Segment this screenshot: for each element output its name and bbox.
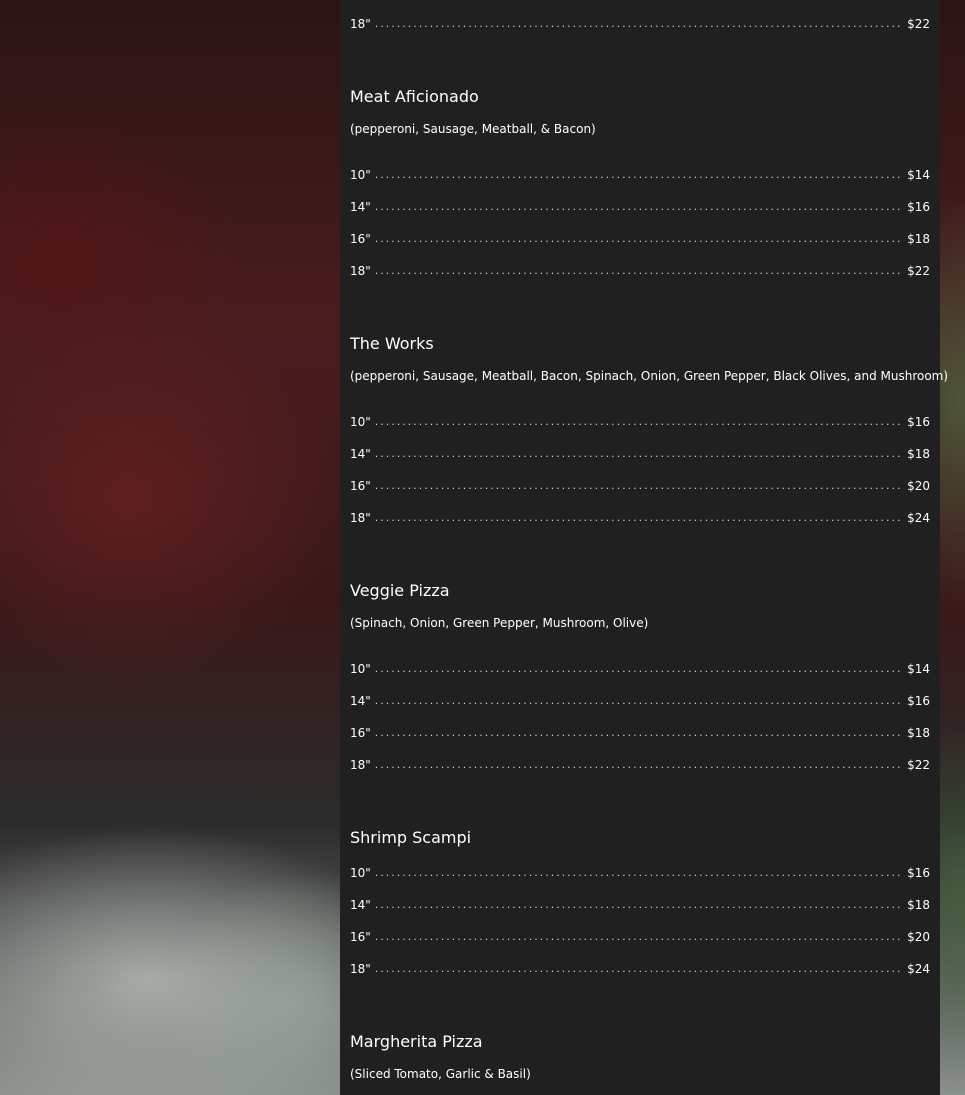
dot-leader (375, 758, 903, 772)
price-row: 18" $24 (350, 507, 930, 525)
size-label: 16" (350, 726, 371, 740)
size-label: 16" (350, 232, 371, 246)
price-row: 14" $18 (350, 443, 930, 461)
dot-leader (375, 232, 903, 246)
size-label: 14" (350, 898, 371, 912)
menu-panel: 18" $22 Meat Aficionado (pepperoni, Saus… (340, 0, 948, 1095)
menu-item-title: The Works (350, 334, 434, 353)
price-label: $20 (907, 479, 930, 493)
price-row: 10" $16 (350, 862, 930, 880)
menu-item-description: (Sliced Tomato, Garlic & Basil) (350, 1067, 531, 1081)
size-label: 18" (350, 758, 371, 772)
price-label: $16 (907, 694, 930, 708)
price-label: $16 (907, 866, 930, 880)
dot-leader (375, 511, 903, 525)
price-label: $18 (907, 898, 930, 912)
dot-leader (375, 17, 903, 31)
dot-leader (375, 264, 903, 278)
dot-leader (375, 930, 903, 944)
price-label: $20 (907, 930, 930, 944)
dot-leader (375, 662, 903, 676)
menu-item-description: (pepperoni, Sausage, Meatball, & Bacon) (350, 122, 596, 136)
price-label: $18 (907, 232, 930, 246)
price-label: $18 (907, 447, 930, 461)
menu-item-description: (Spinach, Onion, Green Pepper, Mushroom,… (350, 616, 649, 630)
price-row: 16" $18 (350, 228, 930, 246)
dot-leader (375, 168, 903, 182)
size-label: 18" (350, 511, 371, 525)
size-label: 10" (350, 866, 371, 880)
price-row: 10" $14 (350, 658, 930, 676)
dot-leader (375, 726, 903, 740)
price-row: 16" $20 (350, 926, 930, 944)
price-row: 18" $22 (350, 13, 930, 31)
price-row: 18" $22 (350, 754, 930, 772)
price-label: $22 (907, 264, 930, 278)
size-label: 14" (350, 694, 371, 708)
price-label: $24 (907, 962, 930, 976)
size-label: 10" (350, 168, 371, 182)
price-row: 10" $14 (350, 164, 930, 182)
dot-leader (375, 447, 903, 461)
price-row: 16" $18 (350, 722, 930, 740)
menu-item-title: Veggie Pizza (350, 581, 450, 600)
price-row: 14" $18 (350, 894, 930, 912)
price-row: 14" $16 (350, 196, 930, 214)
menu-item-description: (pepperoni, Sausage, Meatball, Bacon, Sp… (350, 369, 949, 383)
price-label: $14 (907, 168, 930, 182)
size-label: 18" (350, 264, 371, 278)
dot-leader (375, 962, 903, 976)
size-label: 10" (350, 415, 371, 429)
dot-leader (375, 898, 903, 912)
menu-item-title: Margherita Pizza (350, 1032, 483, 1051)
dot-leader (375, 479, 903, 493)
size-label: 14" (350, 200, 371, 214)
menu-item-title: Shrimp Scampi (350, 828, 472, 847)
price-row: 18" $22 (350, 260, 930, 278)
size-label: 18" (350, 962, 371, 976)
price-row: 18" $24 (350, 958, 930, 976)
price-label: $24 (907, 511, 930, 525)
size-label: 10" (350, 662, 371, 676)
price-label: $18 (907, 726, 930, 740)
dot-leader (375, 866, 903, 880)
size-label: 18" (350, 17, 371, 31)
price-label: $22 (907, 17, 930, 31)
size-label: 16" (350, 930, 371, 944)
dot-leader (375, 415, 903, 429)
price-row: 10" $16 (350, 411, 930, 429)
size-label: 14" (350, 447, 371, 461)
price-label: $14 (907, 662, 930, 676)
size-label: 16" (350, 479, 371, 493)
price-row: 14" $16 (350, 690, 930, 708)
price-label: $16 (907, 415, 930, 429)
price-label: $16 (907, 200, 930, 214)
dot-leader (375, 200, 903, 214)
price-label: $22 (907, 758, 930, 772)
dot-leader (375, 694, 903, 708)
menu-item-title: Meat Aficionado (350, 87, 479, 106)
price-row: 16" $20 (350, 475, 930, 493)
